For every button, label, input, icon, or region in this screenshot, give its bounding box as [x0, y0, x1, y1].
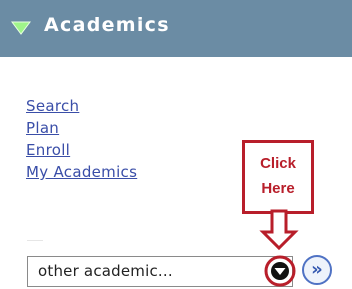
- callout-arrow: [259, 209, 299, 251]
- double-chevron-right-icon: »: [311, 259, 323, 280]
- go-button[interactable]: »: [302, 255, 332, 285]
- chevron-down-icon[interactable]: [271, 262, 289, 280]
